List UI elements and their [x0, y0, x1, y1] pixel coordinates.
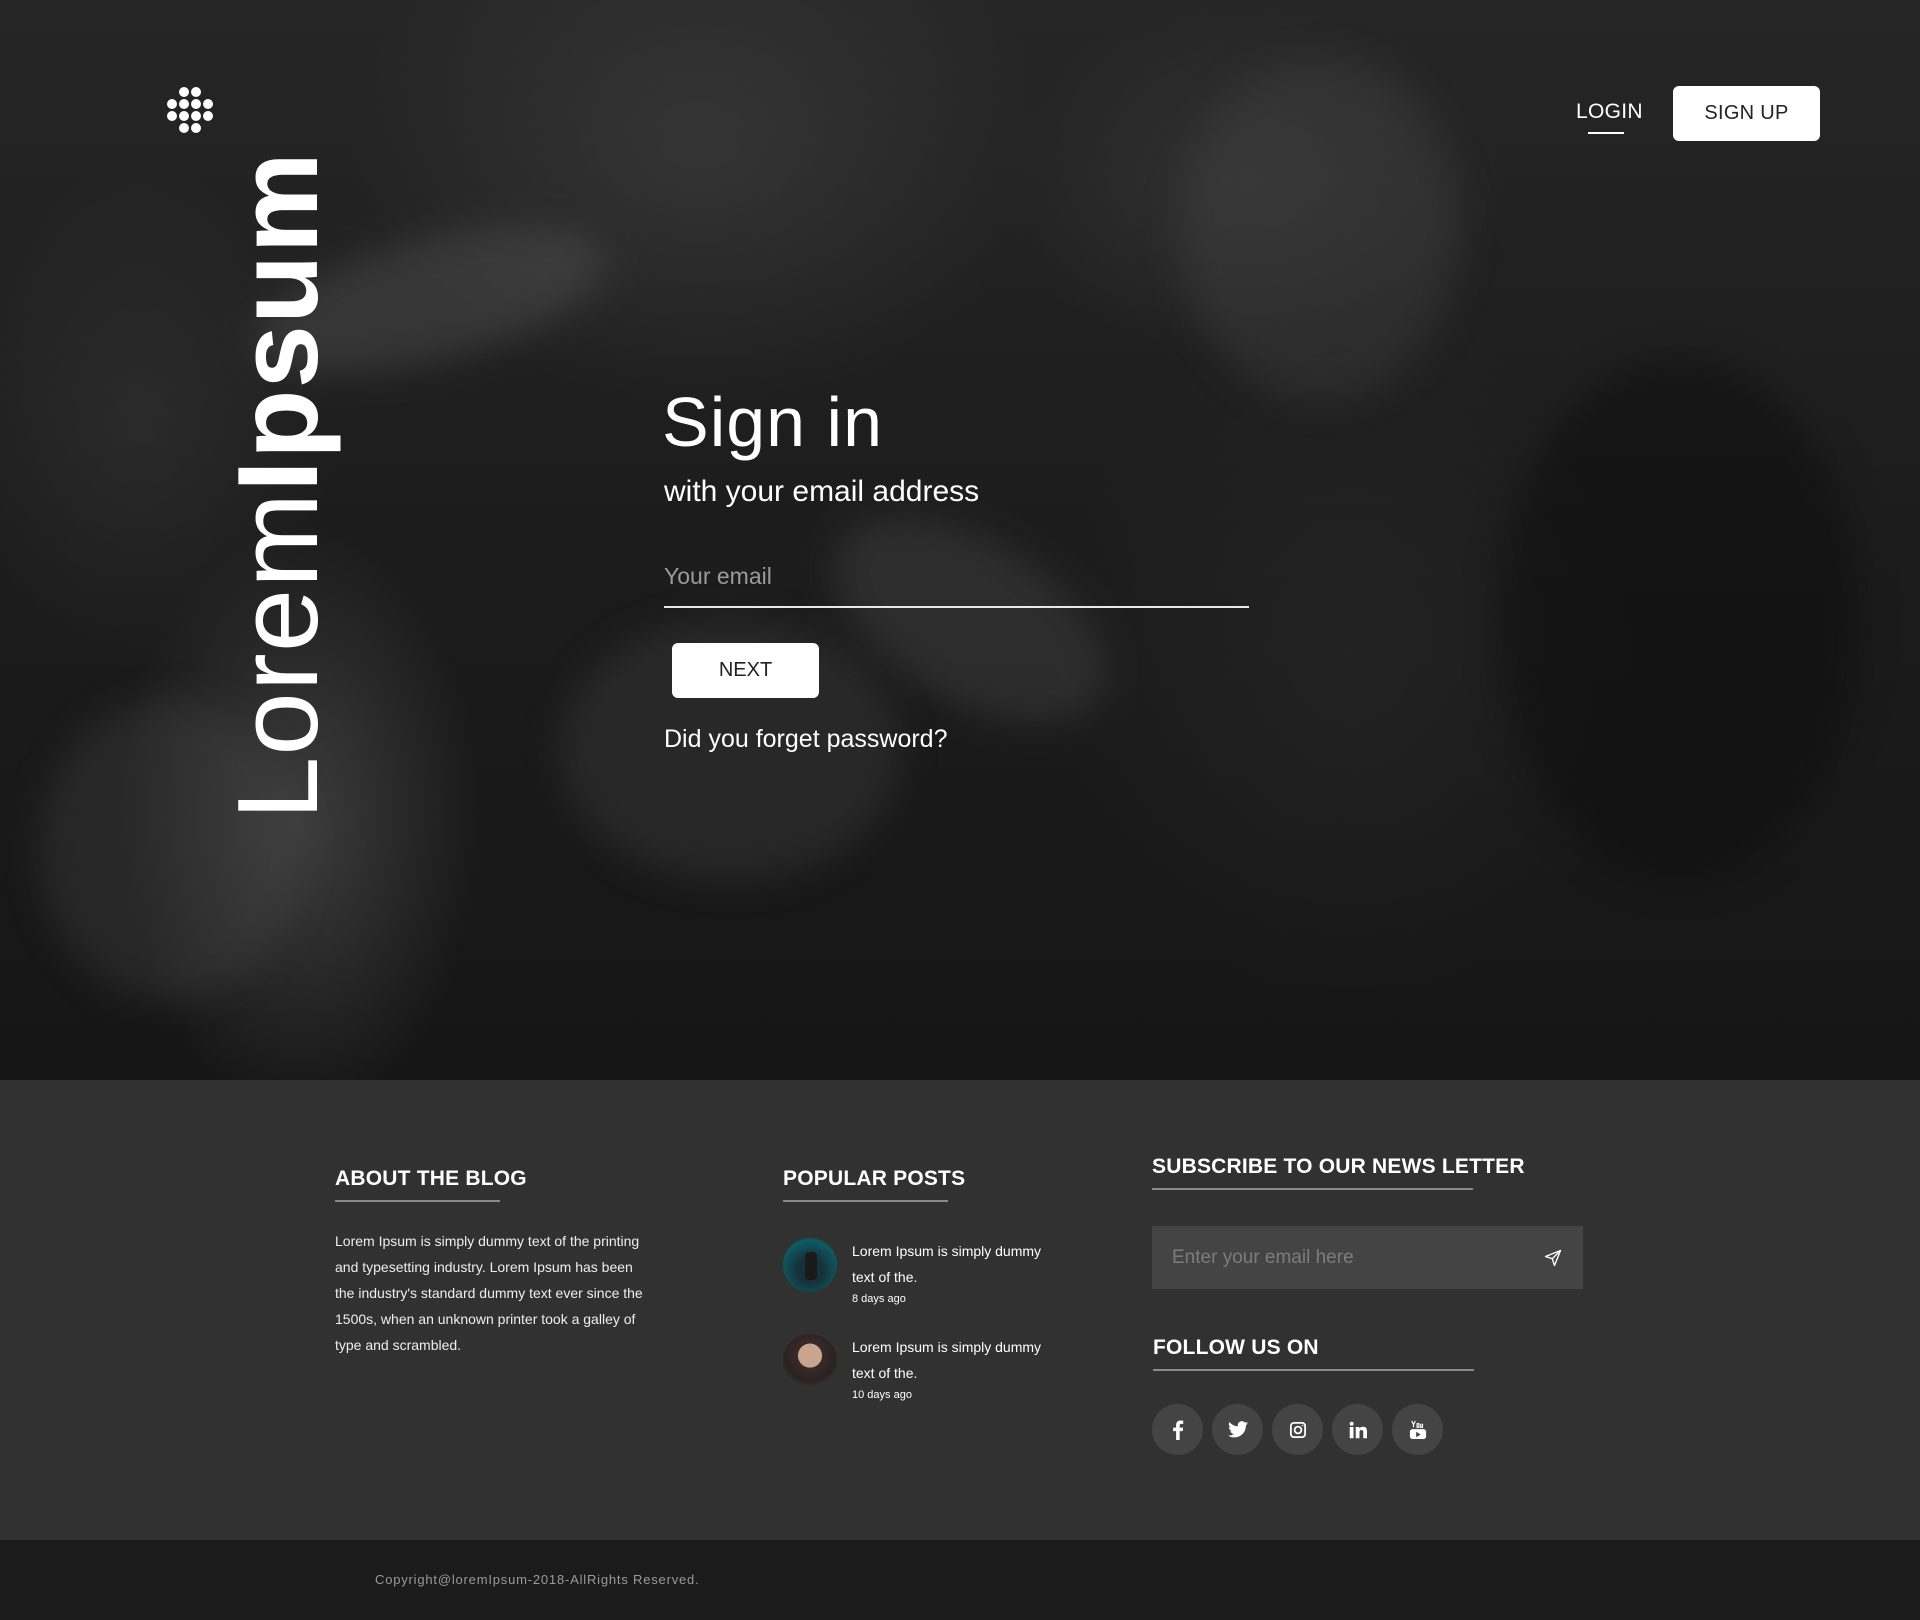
brand-bold-text: Ipsum	[215, 151, 342, 492]
divider	[783, 1200, 948, 1202]
background-photo-shape	[1180, 60, 1460, 400]
email-field-wrapper	[664, 548, 1249, 608]
post-title[interactable]: Lorem Ipsum is simply dummy text of the.	[852, 1334, 1052, 1386]
popular-posts-heading-text: POPULAR POSTS	[783, 1167, 966, 1190]
page-title: Sign in	[662, 383, 884, 461]
post-thumbnail[interactable]	[783, 1238, 837, 1292]
post-timestamp: 10 days ago	[852, 1389, 912, 1401]
divider	[335, 1200, 500, 1202]
send-button[interactable]	[1523, 1226, 1583, 1289]
signup-button[interactable]: SIGN UP	[1673, 86, 1820, 141]
post-title[interactable]: Lorem Ipsum is simply dummy text of the.	[852, 1238, 1052, 1290]
follow-heading: FOLLOW US ON	[1153, 1336, 1474, 1371]
paper-plane-icon	[1544, 1249, 1562, 1266]
social-links	[1152, 1404, 1443, 1455]
list-item[interactable]: Lorem Ipsum is simply dummy text of the.…	[783, 1334, 1083, 1414]
newsletter-form	[1152, 1226, 1583, 1289]
about-heading: ABOUT THE BLOG	[335, 1167, 527, 1202]
divider	[1153, 1369, 1474, 1371]
subscribe-heading-text: SUBSCRIBE TO OUR NEWS LETTER	[1152, 1155, 1525, 1178]
brand-light-text: Lorem	[215, 491, 342, 820]
about-heading-text: ABOUT THE BLOG	[335, 1167, 527, 1190]
facebook-icon[interactable]	[1152, 1404, 1203, 1455]
newsletter-email-input[interactable]	[1152, 1226, 1523, 1289]
background-photo-shape	[1500, 360, 1860, 880]
copyright-text: Copyright@loremIpsum-2018-AllRights Rese…	[375, 1572, 700, 1587]
forgot-password-link[interactable]: Did you forget password?	[664, 725, 947, 754]
bottom-bar	[0, 1540, 1920, 1620]
brand-logo: LoremIpsum	[215, 151, 342, 820]
twitter-icon[interactable]	[1212, 1404, 1263, 1455]
youtube-icon[interactable]	[1392, 1404, 1443, 1455]
next-button[interactable]: NEXT	[672, 643, 819, 698]
about-text: Lorem Ipsum is simply dummy text of the …	[335, 1233, 643, 1353]
list-item[interactable]: Lorem Ipsum is simply dummy text of the.…	[783, 1238, 1083, 1318]
follow-heading-text: FOLLOW US ON	[1153, 1336, 1319, 1359]
login-link[interactable]: LOGIN	[1576, 100, 1643, 134]
email-field[interactable]	[664, 548, 1249, 604]
linkedin-icon[interactable]	[1332, 1404, 1383, 1455]
post-thumbnail[interactable]	[783, 1334, 837, 1388]
instagram-icon[interactable]	[1272, 1404, 1323, 1455]
post-timestamp: 8 days ago	[852, 1293, 906, 1305]
grid-dots-icon[interactable]	[167, 87, 213, 133]
divider	[1152, 1188, 1473, 1190]
subscribe-heading: SUBSCRIBE TO OUR NEWS LETTER	[1152, 1155, 1525, 1190]
page-subtitle: with your email address	[664, 475, 980, 508]
popular-posts-heading: POPULAR POSTS	[783, 1167, 966, 1202]
